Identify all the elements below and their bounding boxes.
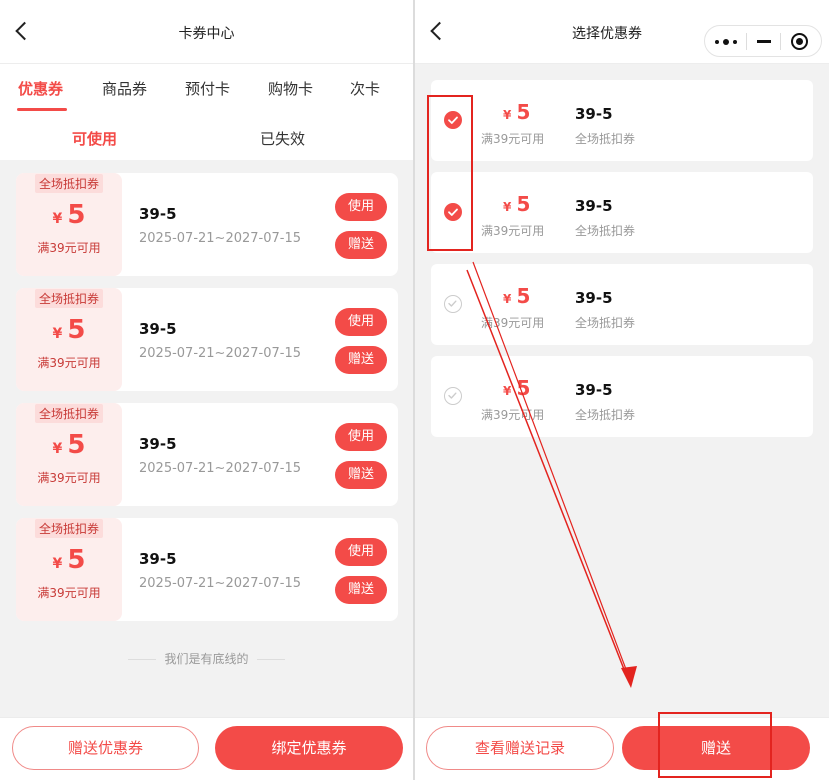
annotation-box-checkboxes [427, 95, 473, 251]
coupon-value-panel: 全场抵扣券 ¥ 5 满39元可用 [16, 518, 122, 621]
coupon-name: 39-5 [575, 197, 613, 215]
coupon-tag: 全场抵扣券 [35, 519, 104, 538]
coupon-validity: 2025-07-21~2027-07-15 [139, 461, 301, 476]
coupon-amount: ¥ 5 [503, 100, 531, 124]
coupon-type: 全场抵扣券 [575, 132, 636, 146]
capsule-separator [746, 33, 747, 50]
coupon-amount: ¥ 5 [503, 376, 531, 400]
use-button[interactable]: 使用 [335, 308, 387, 336]
coupon-condition: 满39元可用 [481, 316, 545, 330]
coupon-center-screen: 卡券中心 优惠券 商品券 预付卡 购物卡 次卡 可使用 已失效 全场抵扣券 ¥ … [0, 0, 413, 780]
coupon-card: 全场抵扣券 ¥ 5 满39元可用 39-5 2025-07-21~2027-07… [16, 173, 398, 276]
coupon-condition: 满39元可用 [37, 241, 101, 255]
coupon-type: 全场抵扣券 [575, 408, 636, 422]
coupon-card: 全场抵扣券 ¥ 5 满39元可用 39-5 2025-07-21~2027-07… [16, 518, 398, 621]
subtab-expired[interactable]: 已失效 [260, 128, 305, 149]
gift-button[interactable]: 赠送 [335, 231, 387, 259]
use-button[interactable]: 使用 [335, 538, 387, 566]
coupon-condition: 满39元可用 [481, 132, 545, 146]
close-target-icon[interactable] [791, 33, 808, 50]
tab-count-cards[interactable]: 次卡 [350, 78, 380, 99]
bottom-action-bar: 赠送优惠券 绑定优惠券 [0, 717, 413, 780]
gift-button[interactable]: 赠送 [335, 346, 387, 374]
tab-shopping-cards[interactable]: 购物卡 [268, 78, 313, 99]
gift-coupon-button[interactable]: 赠送优惠券 [12, 726, 199, 770]
coupon-name: 39-5 [139, 205, 177, 223]
coupon-condition: 满39元可用 [481, 224, 545, 238]
use-button[interactable]: 使用 [335, 423, 387, 451]
coupon-amount: ¥ 5 [52, 200, 86, 230]
coupon-name: 39-5 [139, 435, 177, 453]
unchecked-circle-icon[interactable] [444, 387, 462, 405]
tab-coupons[interactable]: 优惠券 [18, 78, 63, 99]
more-icon[interactable] [715, 39, 739, 45]
miniprogram-capsule [704, 25, 822, 57]
select-coupon-screen: 选择优惠券 ¥ 5 满39元可用 39-5 全场抵扣券 ¥ 5 满39元可用 3… [415, 0, 829, 780]
coupon-condition: 满39元可用 [37, 586, 101, 600]
list-item[interactable]: ¥ 5 满39元可用 39-5 全场抵扣券 [431, 264, 813, 345]
coupon-value-panel: 全场抵扣券 ¥ 5 满39元可用 [16, 403, 122, 506]
use-button[interactable]: 使用 [335, 193, 387, 221]
coupon-card: 全场抵扣券 ¥ 5 满39元可用 39-5 2025-07-21~2027-07… [16, 403, 398, 506]
coupon-name: 39-5 [139, 320, 177, 338]
end-of-list-note: 我们是有底线的 [0, 650, 413, 667]
coupon-amount: ¥ 5 [52, 430, 86, 460]
gift-button[interactable]: 赠送 [335, 576, 387, 604]
coupon-name: 39-5 [575, 105, 613, 123]
coupon-name: 39-5 [575, 381, 613, 399]
status-tabs: 可使用 已失效 [0, 112, 413, 160]
header: 卡券中心 [0, 0, 413, 64]
tab-product-coupons[interactable]: 商品券 [102, 78, 147, 99]
active-tab-indicator [17, 108, 67, 111]
list-item[interactable]: ¥ 5 满39元可用 39-5 全场抵扣券 [431, 356, 813, 437]
coupon-amount: ¥ 5 [52, 315, 86, 345]
capsule-separator [780, 33, 781, 50]
coupon-amount: ¥ 5 [503, 284, 531, 308]
subtab-available[interactable]: 可使用 [72, 128, 117, 149]
view-gift-records-button[interactable]: 查看赠送记录 [426, 726, 614, 770]
annotation-box-gift-button [658, 712, 772, 778]
coupon-condition: 满39元可用 [481, 408, 545, 422]
coupon-validity: 2025-07-21~2027-07-15 [139, 576, 301, 591]
minimize-icon[interactable] [757, 40, 771, 43]
list-item[interactable]: ¥ 5 满39元可用 39-5 全场抵扣券 [431, 172, 813, 253]
bind-coupon-button[interactable]: 绑定优惠券 [215, 726, 403, 770]
coupon-name: 39-5 [139, 550, 177, 568]
coupon-condition: 满39元可用 [37, 471, 101, 485]
coupon-tag: 全场抵扣券 [35, 289, 104, 308]
coupon-type: 全场抵扣券 [575, 224, 636, 238]
coupon-validity: 2025-07-21~2027-07-15 [139, 346, 301, 361]
category-tabs: 优惠券 商品券 预付卡 购物卡 次卡 [0, 64, 413, 112]
coupon-tag: 全场抵扣券 [35, 404, 104, 423]
coupon-condition: 满39元可用 [37, 356, 101, 370]
coupon-card: 全场抵扣券 ¥ 5 满39元可用 39-5 2025-07-21~2027-07… [16, 288, 398, 391]
coupon-value-panel: 全场抵扣券 ¥ 5 满39元可用 [16, 173, 122, 276]
coupon-type: 全场抵扣券 [575, 316, 636, 330]
gift-button[interactable]: 赠送 [335, 461, 387, 489]
list-item[interactable]: ¥ 5 满39元可用 39-5 全场抵扣券 [431, 80, 813, 161]
unchecked-circle-icon[interactable] [444, 295, 462, 313]
coupon-name: 39-5 [575, 289, 613, 307]
coupon-validity: 2025-07-21~2027-07-15 [139, 231, 301, 246]
coupon-value-panel: 全场抵扣券 ¥ 5 满39元可用 [16, 288, 122, 391]
coupon-amount: ¥ 5 [503, 192, 531, 216]
header: 选择优惠券 [415, 0, 829, 64]
page-title: 卡券中心 [178, 26, 235, 42]
tab-prepaid-cards[interactable]: 预付卡 [185, 78, 230, 99]
coupon-tag: 全场抵扣券 [35, 174, 104, 193]
coupon-amount: ¥ 5 [52, 545, 86, 575]
